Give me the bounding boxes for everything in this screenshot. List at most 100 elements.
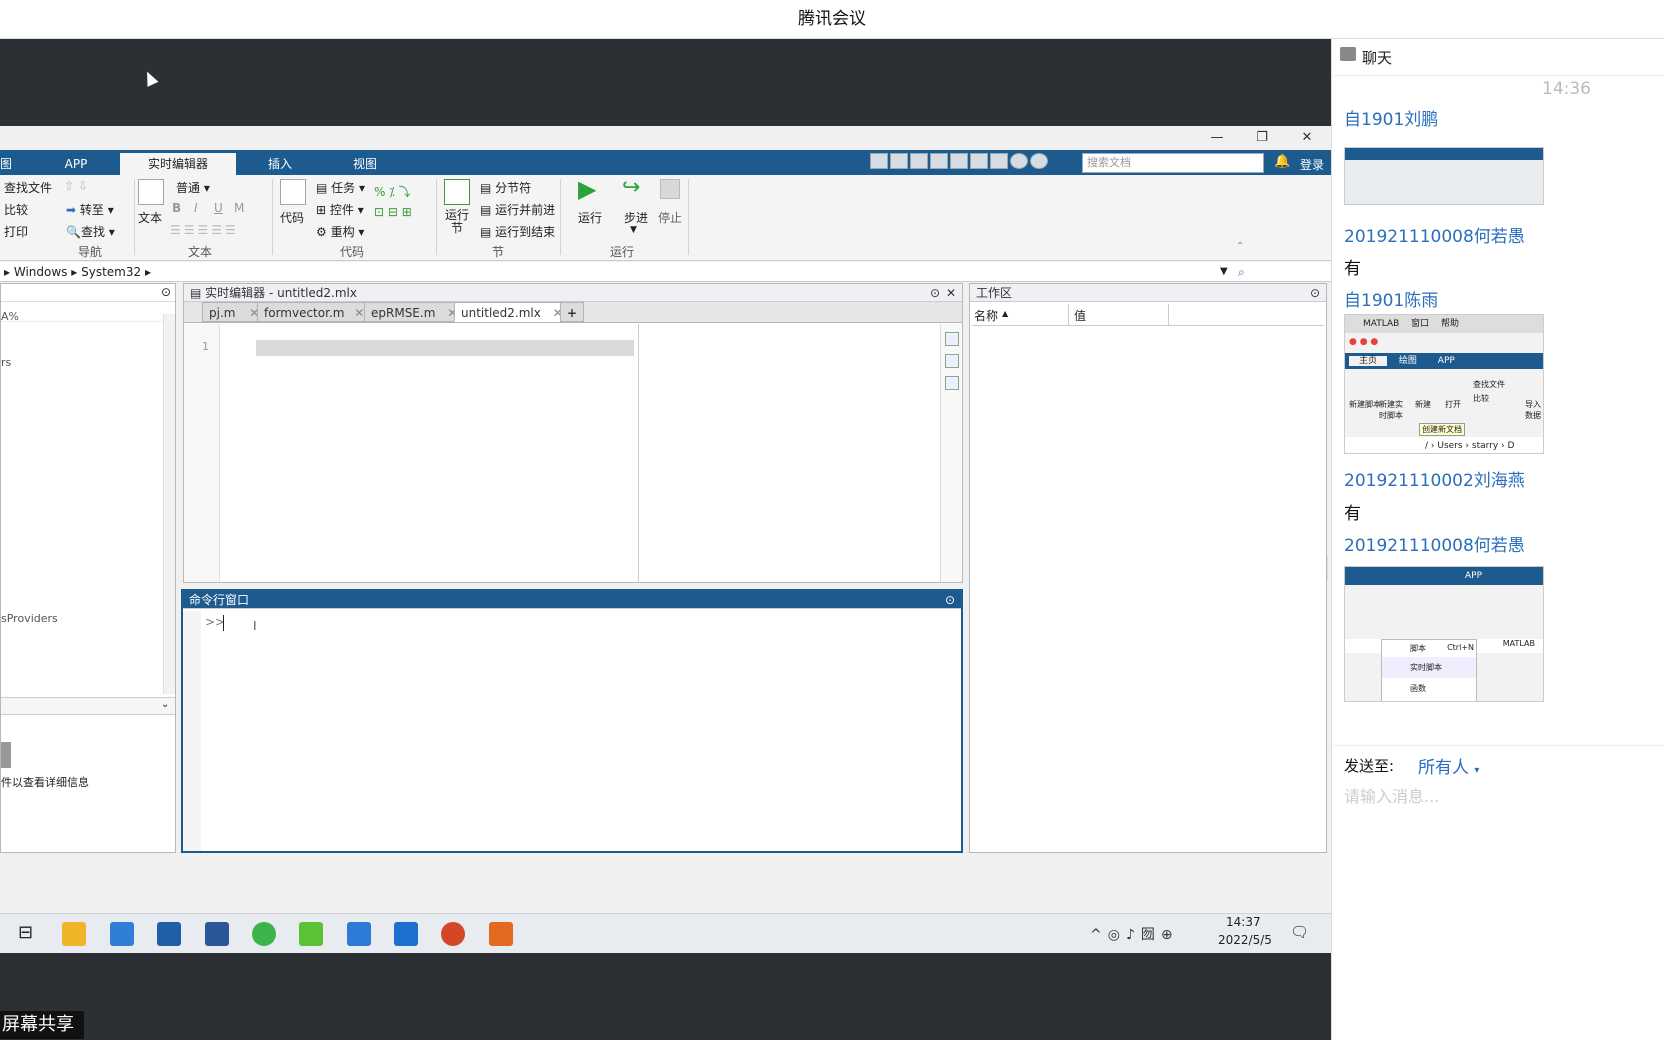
word-icon[interactable]	[205, 922, 229, 946]
clock-date[interactable]: 2022/5/5	[1218, 933, 1272, 947]
control-dropdown[interactable]: ⊞ 控件 ▾	[316, 201, 364, 218]
monospace-button[interactable]: M	[234, 201, 244, 215]
path-windows[interactable]: Windows	[14, 265, 68, 279]
details-chevron-icon[interactable]: ⌄	[161, 699, 169, 710]
editor-tab-active[interactable]: untitled2.mlx ✕	[454, 302, 570, 322]
print-button[interactable]: 打印	[4, 223, 28, 240]
run-button[interactable]: 运行	[578, 209, 602, 226]
new-tab-icon[interactable]: +	[560, 302, 585, 322]
underline-button[interactable]: U	[214, 201, 223, 215]
chat-sender[interactable]: 201921110002刘海燕	[1344, 466, 1525, 491]
login-link[interactable]: 登录	[1300, 156, 1324, 173]
path-system32[interactable]: System32	[81, 265, 141, 279]
editor-close-icon[interactable]: ✕	[946, 284, 956, 302]
feishu-icon[interactable]	[347, 922, 371, 946]
panel-menu-icon[interactable]: ⊙	[161, 285, 171, 299]
output-inline-icon[interactable]	[945, 354, 959, 368]
chat-image-thumbnail[interactable]	[1344, 147, 1544, 205]
redo-icon[interactable]	[970, 153, 988, 169]
tray-icons[interactable]: ^◎♪囫⊕	[1090, 924, 1179, 944]
tab-plots[interactable]: 图	[0, 153, 12, 175]
close-tab-icon[interactable]: ✕	[354, 306, 364, 320]
run-section-button[interactable]: 运行节	[444, 209, 470, 235]
file-explorer-icon[interactable]	[62, 922, 86, 946]
section-break-button[interactable]: ▤ 分节符	[480, 179, 531, 196]
editor-tab[interactable]: formvector.m ✕	[257, 302, 372, 322]
restore-icon[interactable]: ❐	[1250, 130, 1274, 150]
address-bar[interactable]: ▸ Windows ▸ System32 ▸ ▼ ⌕	[0, 262, 1331, 282]
store-icon[interactable]	[157, 922, 181, 946]
tab-live-editor[interactable]: 实时编辑器	[120, 153, 236, 175]
close-icon[interactable]: ✕	[1295, 130, 1319, 150]
code-icon[interactable]	[280, 179, 306, 205]
code-button[interactable]: 代码	[280, 209, 304, 226]
bell-icon[interactable]: 🔔	[1274, 154, 1290, 169]
chat-image-thumbnail[interactable]: MATLAB 窗口 帮助 ● ● ● 主页 绘图 APP 新建脚本 新建实时脚本…	[1344, 314, 1544, 454]
workspace-menu-icon[interactable]: ⊙	[1310, 284, 1320, 302]
switch-windows-icon[interactable]	[990, 153, 1008, 169]
output-right-icon[interactable]	[945, 332, 959, 346]
comment-icon[interactable]: % ⁒ ⤵	[374, 183, 410, 200]
mail-icon[interactable]	[110, 922, 134, 946]
tab-app[interactable]: APP	[48, 153, 104, 175]
community-icon[interactable]	[1030, 153, 1048, 169]
goto-button[interactable]: ➡ 转至 ▾	[66, 201, 114, 218]
step-dropdown-icon[interactable]: ▼	[630, 225, 637, 235]
arrow-up-icon[interactable]: ⇧ ⇩	[64, 179, 88, 193]
code-line-input[interactable]	[256, 340, 634, 356]
collapse-ribbon-icon[interactable]: ⌃	[1236, 241, 1244, 252]
run-section-icon[interactable]	[444, 179, 470, 205]
folder-item[interactable]: A%	[1, 310, 19, 323]
task-dropdown[interactable]: ▤ 任务 ▾	[316, 179, 365, 196]
undo-icon[interactable]	[950, 153, 968, 169]
send-to-dropdown[interactable]: 所有人 ▾	[1418, 753, 1479, 778]
editor-tab[interactable]: epRMSE.m ✕	[364, 302, 465, 322]
command-menu-icon[interactable]: ⊙	[945, 591, 955, 609]
chat-sender[interactable]: 201921110008何若愚	[1344, 222, 1525, 247]
refactor-dropdown[interactable]: ⚙ 重构 ▾	[316, 223, 364, 240]
step-icon[interactable]: ↪	[622, 175, 640, 200]
scrollbar[interactable]	[163, 314, 175, 694]
browser-icon[interactable]	[252, 922, 276, 946]
task-view-icon[interactable]: ⊟	[18, 922, 33, 943]
photos-icon[interactable]	[394, 922, 418, 946]
run-icon[interactable]: ▶	[578, 175, 596, 203]
chat-image-thumbnail[interactable]: APP MATLAB 脚本 Ctrl+N 实时脚本 函数	[1344, 566, 1544, 702]
stop-button[interactable]: 停止	[658, 209, 682, 226]
save-icon[interactable]	[870, 153, 888, 169]
search-icon[interactable]: ⌕	[1250, 155, 1257, 170]
paste-icon[interactable]	[930, 153, 948, 169]
notification-icon[interactable]: 🗨	[1290, 923, 1309, 941]
step-button[interactable]: 步进	[624, 209, 648, 226]
chat-sender[interactable]: 201921110008何若愚	[1344, 531, 1525, 556]
column-value[interactable]: 值	[1074, 307, 1086, 324]
find-file-button[interactable]: 查找文件	[4, 179, 52, 196]
text-button[interactable]: 文本	[138, 209, 162, 226]
search-docs-input[interactable]: 搜索文档	[1082, 153, 1264, 173]
chat-sender[interactable]: 自1901刘鹏	[1344, 105, 1438, 130]
run-to-end-button[interactable]: ▤ 运行到结束	[480, 223, 555, 240]
folder-item[interactable]: rs	[1, 356, 11, 369]
clock-time[interactable]: 14:37	[1226, 915, 1261, 929]
address-search-icon[interactable]: ⌕	[1238, 262, 1245, 282]
powerpoint-icon[interactable]	[441, 922, 465, 946]
address-dropdown-icon[interactable]: ▼	[1220, 262, 1228, 282]
tab-insert[interactable]: 插入	[244, 153, 316, 175]
align-icons[interactable]: ☰☰☰☰☰	[170, 223, 239, 237]
bold-button[interactable]: B	[172, 201, 181, 215]
indent-icon[interactable]: ⊡ ⊟ ⊞	[374, 205, 412, 219]
hide-code-icon[interactable]	[945, 376, 959, 390]
matlab-icon[interactable]	[489, 922, 513, 946]
folder-item[interactable]: sProviders	[1, 612, 58, 625]
column-name[interactable]: 名称	[974, 307, 998, 324]
tab-view[interactable]: 视图	[330, 153, 400, 175]
minimize-icon[interactable]: —	[1205, 130, 1229, 150]
italic-button[interactable]: I	[194, 201, 198, 215]
style-dropdown[interactable]: 普通 ▾	[176, 179, 210, 196]
chat-sender[interactable]: 自1901陈雨	[1344, 286, 1438, 311]
message-input[interactable]: 请输入消息...	[1344, 783, 1644, 809]
help-icon[interactable]	[1010, 153, 1028, 169]
find-button[interactable]: 🔍查找 ▾	[66, 223, 115, 240]
command-input[interactable]	[223, 615, 224, 631]
media-player-icon[interactable]	[299, 922, 323, 946]
